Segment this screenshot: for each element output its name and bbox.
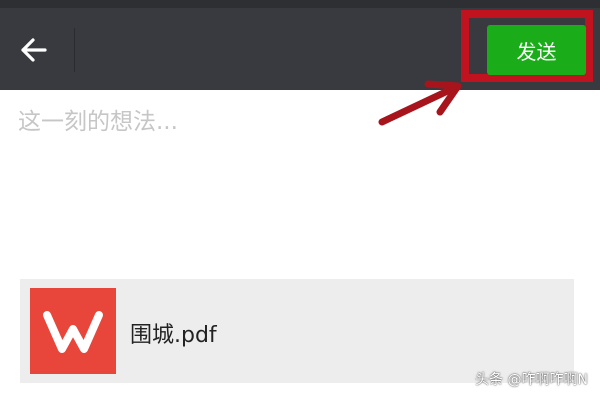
back-button[interactable] <box>8 26 60 74</box>
watermark-text: 头条 @咋啊咋啊N <box>475 372 588 388</box>
wps-office-icon <box>30 288 116 374</box>
send-button[interactable]: 发送 <box>487 25 586 75</box>
moment-text-input[interactable] <box>18 102 448 142</box>
arrow-left-icon <box>21 38 47 62</box>
status-bar <box>0 0 600 8</box>
header-divider <box>74 28 75 72</box>
file-attachment-card[interactable]: 围城.pdf <box>20 279 574 383</box>
top-navigation-bar: 发送 <box>0 0 600 90</box>
attachment-file-name: 围城.pdf <box>130 323 217 348</box>
